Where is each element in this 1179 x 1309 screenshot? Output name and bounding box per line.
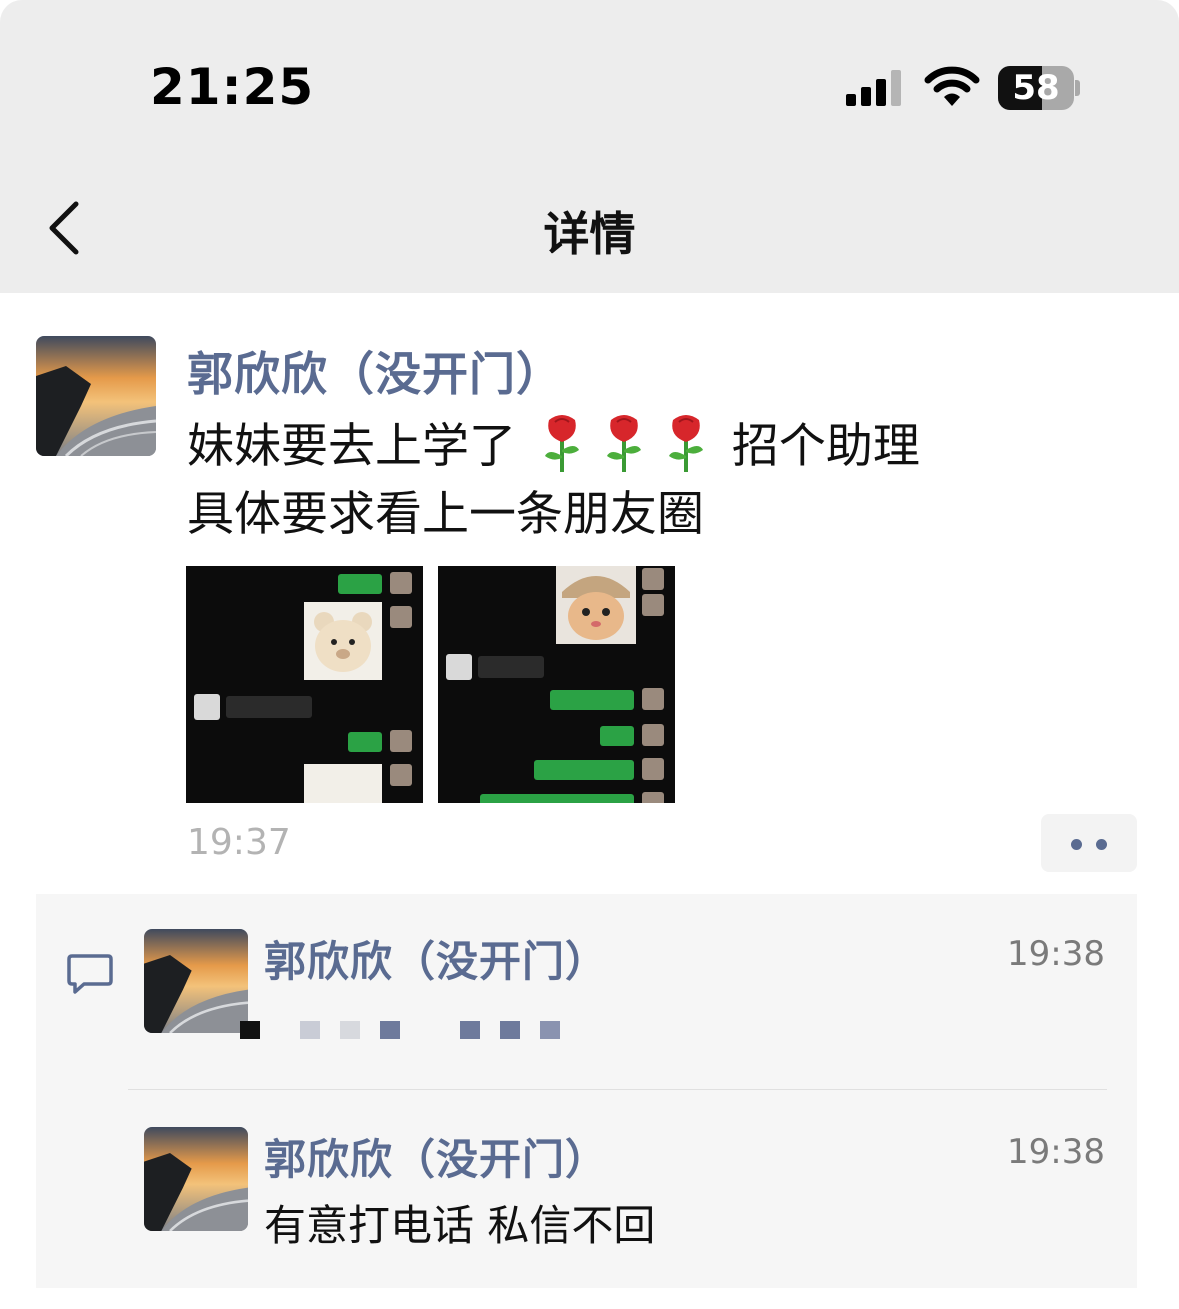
redaction-block xyxy=(300,1021,320,1039)
comment-divider xyxy=(128,1089,1107,1090)
battery-icon: 58 xyxy=(998,66,1082,110)
post-text-part: 妹妹要去上学了 xyxy=(187,419,516,474)
redaction-block xyxy=(240,1021,260,1039)
post-author-avatar[interactable] xyxy=(36,336,156,456)
battery-level: 58 xyxy=(1012,68,1060,108)
post-author-name[interactable]: 郭欣欣（没开门） xyxy=(187,338,563,404)
cellular-signal-icon xyxy=(846,70,901,106)
comment-author-avatar[interactable] xyxy=(144,929,248,1033)
redaction-block xyxy=(340,1021,360,1039)
rose-emoji-icon xyxy=(544,415,579,472)
post-text: 妹妹要去上学了 招个助理 具体要求看上一条朋友圈 xyxy=(187,412,1087,549)
comment-author-name[interactable]: 郭欣欣（没开门） xyxy=(264,1126,608,1187)
comment-timestamp: 19:38 xyxy=(1007,934,1105,974)
redaction-block xyxy=(460,1021,480,1039)
rose-emoji-icon xyxy=(606,415,641,472)
more-dot-icon xyxy=(1071,839,1082,850)
post-timestamp: 19:37 xyxy=(187,822,291,863)
page-title: 详情 xyxy=(543,207,636,261)
rose-emoji-icon xyxy=(668,415,703,472)
teddy-bear-sticker-icon xyxy=(304,602,382,680)
post-text-part: 招个助理 xyxy=(731,419,920,474)
more-actions-button[interactable] xyxy=(1041,814,1137,872)
post-image[interactable] xyxy=(438,566,675,803)
redaction-block xyxy=(540,1021,560,1039)
post-text-line-1: 妹妹要去上学了 招个助理 xyxy=(187,412,1087,481)
comment-author-name[interactable]: 郭欣欣（没开门） xyxy=(264,928,608,989)
comment-text: 有意打电话 私信不回 xyxy=(264,1201,656,1250)
more-dot-icon xyxy=(1096,839,1107,850)
status-time: 21:25 xyxy=(150,58,315,116)
redaction-block xyxy=(500,1021,520,1039)
cat-sticker-icon xyxy=(556,566,636,644)
comment-icon xyxy=(67,954,113,994)
wifi-icon xyxy=(924,66,980,106)
post-image[interactable] xyxy=(186,566,423,803)
comment-timestamp: 19:38 xyxy=(1007,1132,1105,1172)
redaction-block xyxy=(380,1021,400,1039)
post-text-line-2: 具体要求看上一条朋友圈 xyxy=(187,487,704,542)
comment-author-avatar[interactable] xyxy=(144,1127,248,1231)
